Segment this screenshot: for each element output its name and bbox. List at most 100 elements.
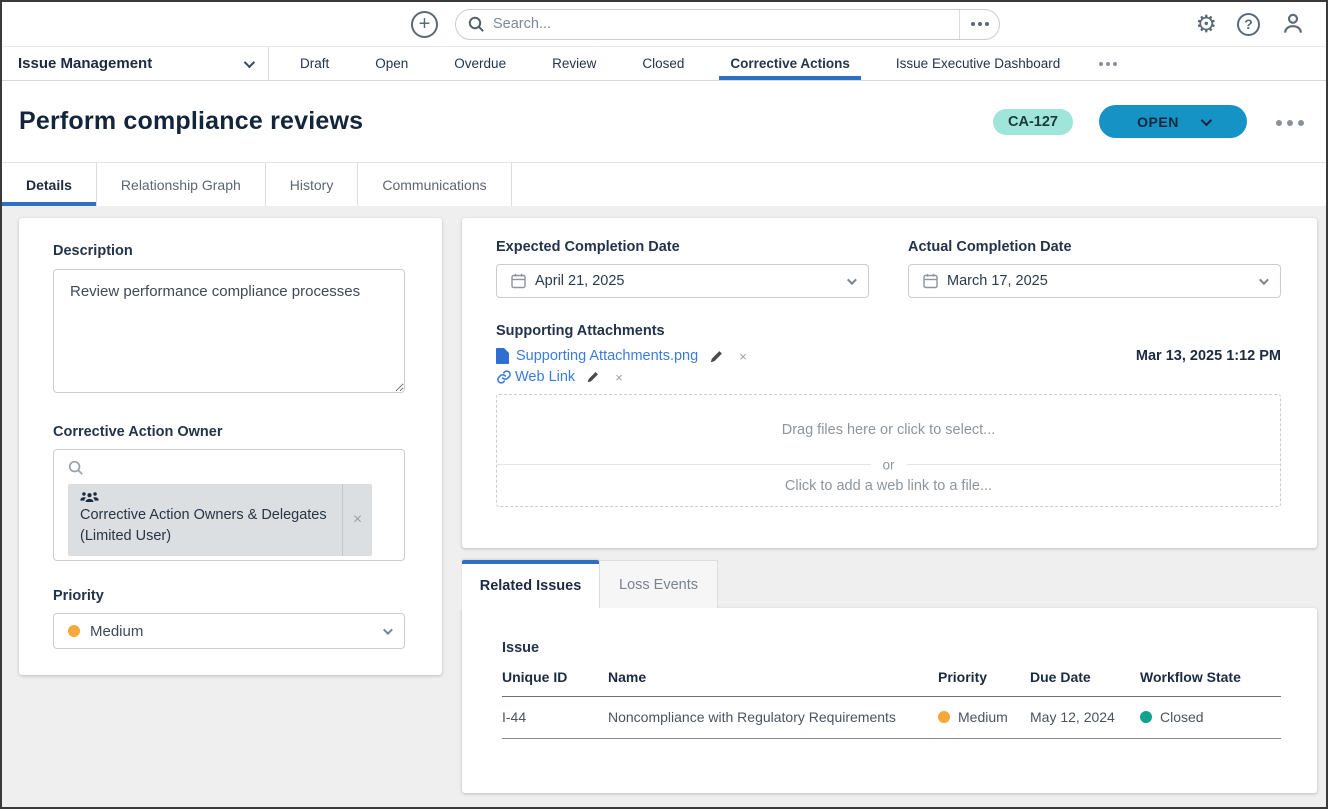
state-text: Closed <box>1160 709 1204 725</box>
edit-pencil-icon[interactable] <box>710 350 723 363</box>
table-row[interactable]: I-44 Noncompliance with Regulatory Requi… <box>502 697 1281 739</box>
nav-tab-issue-executive-dashboard[interactable]: Issue Executive Dashboard <box>873 47 1083 80</box>
app-navbar: Issue Management Draft Open Overdue Revi… <box>2 46 1326 81</box>
dates-attachments-card: Expected Completion Date April 21, 2025 <box>462 218 1317 548</box>
calendar-icon <box>511 273 526 289</box>
app-selector-label: Issue Management <box>18 55 152 72</box>
nav-tab-corrective-actions[interactable]: Corrective Actions <box>707 47 873 80</box>
app-window: + ⚙ Issue Management Draft Open <box>0 0 1328 809</box>
search-input[interactable] <box>493 10 959 39</box>
link-icon <box>496 369 512 385</box>
app-selector[interactable]: Issue Management <box>2 47 269 80</box>
nav-tab-draft[interactable]: Draft <box>277 47 352 80</box>
description-textarea[interactable]: Review performance compliance processes <box>53 269 405 393</box>
chevron-down-icon <box>1201 114 1212 125</box>
web-link-row: Web Link × <box>496 369 1281 385</box>
cell-workflow-state: Closed <box>1140 697 1281 739</box>
description-label: Description <box>53 243 405 259</box>
nav-tab-overdue[interactable]: Overdue <box>431 47 529 80</box>
file-dropzone: Drag files here or click to select... or… <box>496 394 1281 507</box>
owner-chip-label: Corrective Action Owners & Delegates (Li… <box>80 505 330 547</box>
related-issues-card: Issue Unique ID Name Priority Due Date W… <box>462 608 1317 793</box>
priority-medium-dot-icon <box>938 711 950 723</box>
nav-overflow-icon[interactable] <box>1083 47 1132 80</box>
calendar-icon <box>923 273 938 289</box>
attachments-label: Supporting Attachments <box>496 323 1281 339</box>
tab-relationship-graph[interactable]: Relationship Graph <box>97 163 266 206</box>
col-due-date: Due Date <box>1030 669 1140 697</box>
app-nav-tabs: Draft Open Overdue Review Closed Correct… <box>277 47 1083 80</box>
tab-related-issues[interactable]: Related Issues <box>462 560 599 608</box>
nav-tab-review[interactable]: Review <box>529 47 619 80</box>
col-priority: Priority <box>938 669 1030 697</box>
search-icon <box>68 460 390 476</box>
owner-label: Corrective Action Owner <box>53 424 405 440</box>
workflow-status-label: OPEN <box>1137 114 1179 130</box>
cell-name: Noncompliance with Regulatory Requiremen… <box>608 697 938 739</box>
chevron-down-icon <box>383 625 393 635</box>
priority-label: Priority <box>53 588 405 604</box>
priority-field: Priority Medium <box>53 588 405 649</box>
page-actions-icon[interactable] <box>1273 113 1306 131</box>
state-closed-dot-icon <box>1140 711 1152 723</box>
nav-tab-open[interactable]: Open <box>352 47 431 80</box>
related-section: Related Issues Loss Events Issue Unique … <box>462 560 1317 793</box>
priority-medium-dot-icon <box>68 625 80 637</box>
nav-tab-closed[interactable]: Closed <box>619 47 707 80</box>
dropzone-select-area[interactable]: Drag files here or click to select... <box>497 395 1280 464</box>
file-icon <box>496 348 509 364</box>
col-workflow-state: Workflow State <box>1140 669 1281 697</box>
table-header-row: Unique ID Name Priority Due Date Workflo… <box>502 669 1281 697</box>
dates-row: Expected Completion Date April 21, 2025 <box>496 239 1281 298</box>
related-tabs: Related Issues Loss Events <box>462 560 1317 608</box>
priority-text: Medium <box>958 709 1008 725</box>
priority-select[interactable]: Medium <box>53 613 405 649</box>
actual-date-value: March 17, 2025 <box>947 273 1048 289</box>
workflow-status-button[interactable]: OPEN <box>1099 105 1247 138</box>
actual-date-label: Actual Completion Date <box>908 239 1281 255</box>
attachment-file-link[interactable]: Supporting Attachments.png <box>516 348 698 364</box>
priority-value: Medium <box>90 623 143 640</box>
chevron-down-icon <box>847 275 857 285</box>
supporting-attachments-field: Supporting Attachments Supporting Attach… <box>496 323 1281 507</box>
detail-tabs: Details Relationship Graph History Commu… <box>2 162 1326 206</box>
help-icon[interactable] <box>1237 13 1260 36</box>
owner-chip: Corrective Action Owners & Delegates (Li… <box>68 484 372 556</box>
expected-completion-date-field: Expected Completion Date April 21, 2025 <box>496 239 869 298</box>
owner-select-box[interactable]: Corrective Action Owners & Delegates (Li… <box>53 449 405 561</box>
web-link[interactable]: Web Link <box>515 369 575 385</box>
dropzone-or-label: or <box>870 458 906 473</box>
dropzone-divider: or <box>497 464 1280 465</box>
details-form-card: Description Review performance complianc… <box>19 218 442 675</box>
tab-details[interactable]: Details <box>2 163 97 206</box>
corrective-action-owner-field: Corrective Action Owner <box>53 424 405 561</box>
right-column: Expected Completion Date April 21, 2025 <box>462 218 1317 793</box>
tab-communications[interactable]: Communications <box>358 163 511 206</box>
attachment-file-row: Supporting Attachments.png × Mar 13, 202… <box>496 348 1281 364</box>
global-search <box>455 9 1000 40</box>
tab-history[interactable]: History <box>266 163 359 206</box>
search-options-icon[interactable] <box>959 10 999 39</box>
attachment-timestamp: Mar 13, 2025 1:12 PM <box>1136 348 1281 364</box>
expected-date-label: Expected Completion Date <box>496 239 869 255</box>
actual-date-select[interactable]: March 17, 2025 <box>908 264 1281 298</box>
chevron-down-icon <box>244 56 255 67</box>
user-profile-icon[interactable] <box>1280 11 1306 37</box>
user-group-icon <box>80 491 330 505</box>
expected-date-value: April 21, 2025 <box>535 273 624 289</box>
add-icon[interactable]: + <box>411 11 438 38</box>
actual-completion-date-field: Actual Completion Date March 17, 2025 <box>908 239 1281 298</box>
top-bar: + ⚙ <box>2 2 1326 46</box>
remove-web-link-icon[interactable]: × <box>615 370 623 385</box>
settings-gear-icon[interactable]: ⚙ <box>1195 12 1217 36</box>
cell-priority: Medium <box>938 697 1030 739</box>
remove-attachment-icon[interactable]: × <box>739 349 747 364</box>
related-issues-table: Unique ID Name Priority Due Date Workflo… <box>502 669 1281 739</box>
content-area: Description Review performance complianc… <box>2 206 1326 807</box>
col-unique-id: Unique ID <box>502 669 608 697</box>
owner-chip-remove-icon[interactable]: × <box>342 484 372 556</box>
edit-pencil-icon[interactable] <box>587 371 599 383</box>
expected-date-select[interactable]: April 21, 2025 <box>496 264 869 298</box>
tab-loss-events[interactable]: Loss Events <box>599 560 718 608</box>
issue-section-label: Issue <box>502 640 1281 656</box>
